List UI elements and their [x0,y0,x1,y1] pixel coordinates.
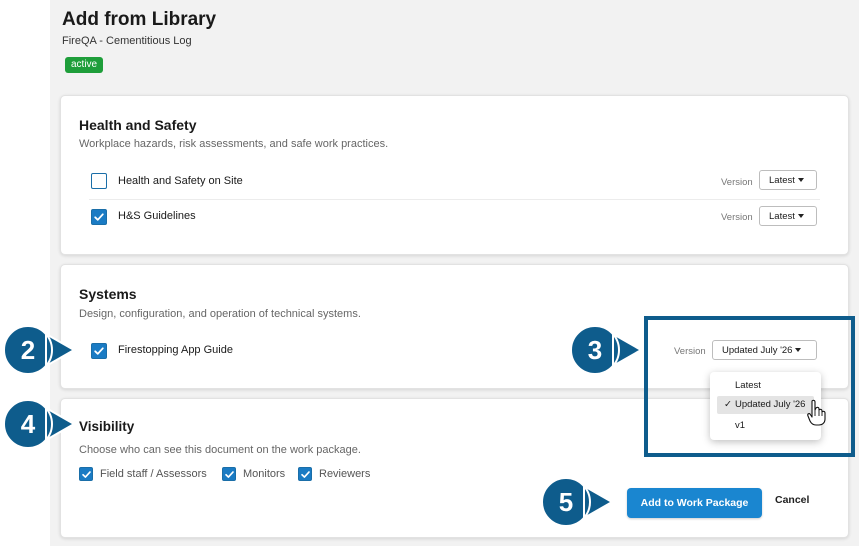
document-label: H&S Guidelines [118,210,196,222]
cancel-button[interactable]: Cancel [775,494,809,506]
visibility-option-label: Monitors [243,468,286,480]
version-label: Version [721,212,753,223]
callout-number: 3 [588,335,602,365]
document-label: Firestopping App Guide [118,344,233,356]
callout-marker-4: 4 [3,398,76,450]
visibility-option-label: Reviewers [319,468,371,480]
section-title: Health and Safety [79,117,197,133]
section-card-health-safety: Health and Safety Workplace hazards, ris… [60,95,849,255]
section-description: Design, configuration, and operation of … [79,308,361,320]
chevron-down-icon [797,214,804,218]
document-label: Health and Safety on Site [118,175,243,187]
version-label: Version [721,177,753,188]
check-icon [94,213,104,221]
page-subtitle: FireQA - Cementitious Log [62,35,192,47]
check-icon [225,471,234,478]
callout-number: 2 [21,335,35,365]
checkbox-monitors[interactable] [222,467,236,481]
checkbox-reviewers[interactable] [298,467,312,481]
callout-number: 4 [21,409,36,439]
callout-marker-3: 3 [570,324,643,376]
row-divider [89,199,820,200]
section-title: Visibility [79,419,135,434]
check-icon [94,347,104,355]
callout-marker-5: 5 [541,476,614,528]
page-title: Add from Library [62,9,217,30]
section-description: Choose who can see this document on the … [79,444,361,456]
add-to-work-package-button[interactable]: Add to Work Package [627,488,762,518]
checkbox-firestopping-app-guide[interactable] [91,343,107,359]
callout-number: 5 [559,487,573,517]
section-description: Workplace hazards, risk assessments, and… [79,138,389,150]
callout-marker-2: 2 [3,324,76,376]
status-badge: active [65,57,104,73]
checkbox-hs-guidelines[interactable] [91,209,107,225]
check-icon [301,471,310,478]
checkbox-health-and-safety-on-site[interactable] [91,173,107,189]
chevron-down-icon [797,178,804,182]
annotation-highlight-box [644,316,855,457]
section-title: Systems [79,286,137,302]
visibility-option-label: Field staff / Assessors [100,468,207,480]
checkbox-field-staff[interactable] [79,467,93,481]
check-icon [82,471,91,478]
version-select[interactable]: Latest [759,170,817,190]
version-select[interactable]: Latest [759,206,817,226]
